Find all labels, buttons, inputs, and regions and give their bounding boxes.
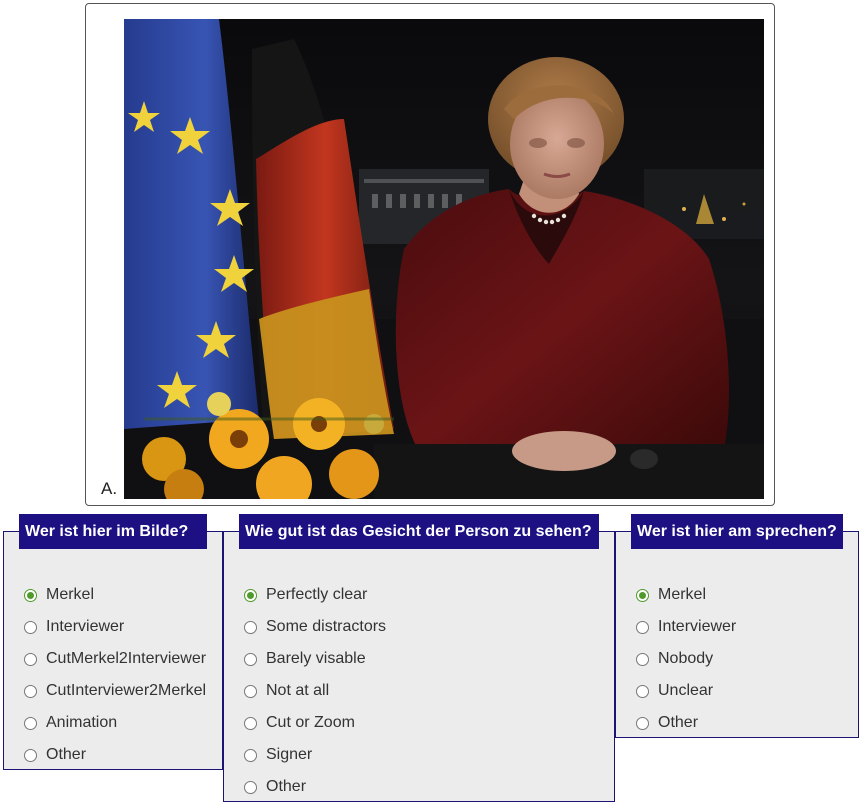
option-label: Cut or Zoom: [266, 714, 355, 731]
option-label: Merkel: [658, 586, 707, 603]
radio-option[interactable]: Merkel: [24, 579, 206, 611]
option-label: Perfectly clear: [266, 586, 368, 603]
radio-unchecked-icon[interactable]: [24, 748, 37, 762]
radio-unchecked-icon[interactable]: [244, 684, 257, 698]
video-frame-image: [124, 19, 764, 499]
radio-unchecked-icon[interactable]: [636, 620, 649, 634]
option-label: Nobody: [658, 650, 714, 667]
question-title: Wie gut ist das Gesicht der Person zu se…: [239, 514, 599, 549]
radio-option[interactable]: Signer: [244, 739, 386, 771]
radio-checked-icon[interactable]: [244, 588, 257, 602]
radio-option[interactable]: Nobody: [636, 643, 736, 675]
radio-unchecked-icon[interactable]: [244, 716, 257, 730]
radio-checked-icon[interactable]: [24, 588, 37, 602]
option-label: CutMerkel2Interviewer: [46, 650, 207, 667]
option-label: Unclear: [658, 682, 714, 699]
radio-option[interactable]: Other: [636, 707, 736, 739]
radio-option[interactable]: Interviewer: [24, 611, 206, 643]
option-label: Not at all: [266, 682, 330, 699]
option-label: Interviewer: [46, 618, 125, 635]
question-panel-who-speaking: Wer ist hier am sprechen? Merkel Intervie…: [615, 514, 859, 739]
radio-unchecked-icon[interactable]: [244, 748, 257, 762]
radio-option[interactable]: Interviewer: [636, 611, 736, 643]
radio-unchecked-icon[interactable]: [636, 716, 649, 730]
option-label: Some distractors: [266, 618, 387, 635]
question-panel-face-visibility: Wie gut ist das Gesicht der Person zu se…: [223, 514, 615, 803]
video-label: A.: [101, 479, 118, 498]
radio-option[interactable]: Other: [24, 739, 206, 771]
radio-option[interactable]: CutMerkel2Interviewer: [24, 643, 206, 675]
question-panel-who-in-picture: Wer ist hier im Bilde? Merkel Interviewer…: [3, 514, 223, 771]
radio-unchecked-icon[interactable]: [636, 652, 649, 666]
radio-option[interactable]: CutInterviewer2Merkel: [24, 675, 206, 707]
radio-option[interactable]: Other: [244, 771, 386, 803]
option-label: Barely visable: [266, 650, 366, 667]
question-title: Wer ist hier am sprechen?: [631, 514, 843, 549]
option-list: Merkel Interviewer CutMerkel2Interviewer Cu…: [24, 579, 206, 771]
question-title: Wer ist hier im Bilde?: [19, 514, 207, 549]
radio-unchecked-icon[interactable]: [24, 620, 37, 634]
radio-checked-icon[interactable]: [636, 588, 649, 602]
radio-unchecked-icon[interactable]: [636, 684, 649, 698]
radio-option[interactable]: Unclear: [636, 675, 736, 707]
radio-option[interactable]: Barely visable: [244, 643, 386, 675]
radio-unchecked-icon[interactable]: [244, 620, 257, 634]
radio-unchecked-icon[interactable]: [244, 780, 257, 794]
radio-unchecked-icon[interactable]: [24, 652, 37, 666]
radio-option[interactable]: Cut or Zoom: [244, 707, 386, 739]
radio-option[interactable]: Not at all: [244, 675, 386, 707]
radio-option[interactable]: Perfectly clear: [244, 579, 386, 611]
option-label: Interviewer: [658, 618, 737, 635]
radio-unchecked-icon[interactable]: [24, 684, 37, 698]
option-label: Animation: [46, 714, 118, 731]
radio-option[interactable]: Animation: [24, 707, 206, 739]
option-label: Other: [266, 778, 307, 795]
radio-unchecked-icon[interactable]: [24, 716, 37, 730]
option-label: Merkel: [46, 586, 95, 603]
option-label: Signer: [266, 746, 313, 763]
radio-option[interactable]: Merkel: [636, 579, 736, 611]
option-list: Merkel Interviewer Nobody Unclear Other: [636, 579, 736, 739]
radio-option[interactable]: Some distractors: [244, 611, 386, 643]
radio-unchecked-icon[interactable]: [244, 652, 257, 666]
video-frame: [124, 19, 764, 499]
video-frame-card: A.: [85, 3, 775, 506]
option-label: Other: [46, 746, 87, 763]
option-label: Other: [658, 714, 699, 731]
option-label: CutInterviewer2Merkel: [46, 682, 207, 699]
option-list: Perfectly clear Some distractors Barely vi…: [244, 579, 386, 803]
